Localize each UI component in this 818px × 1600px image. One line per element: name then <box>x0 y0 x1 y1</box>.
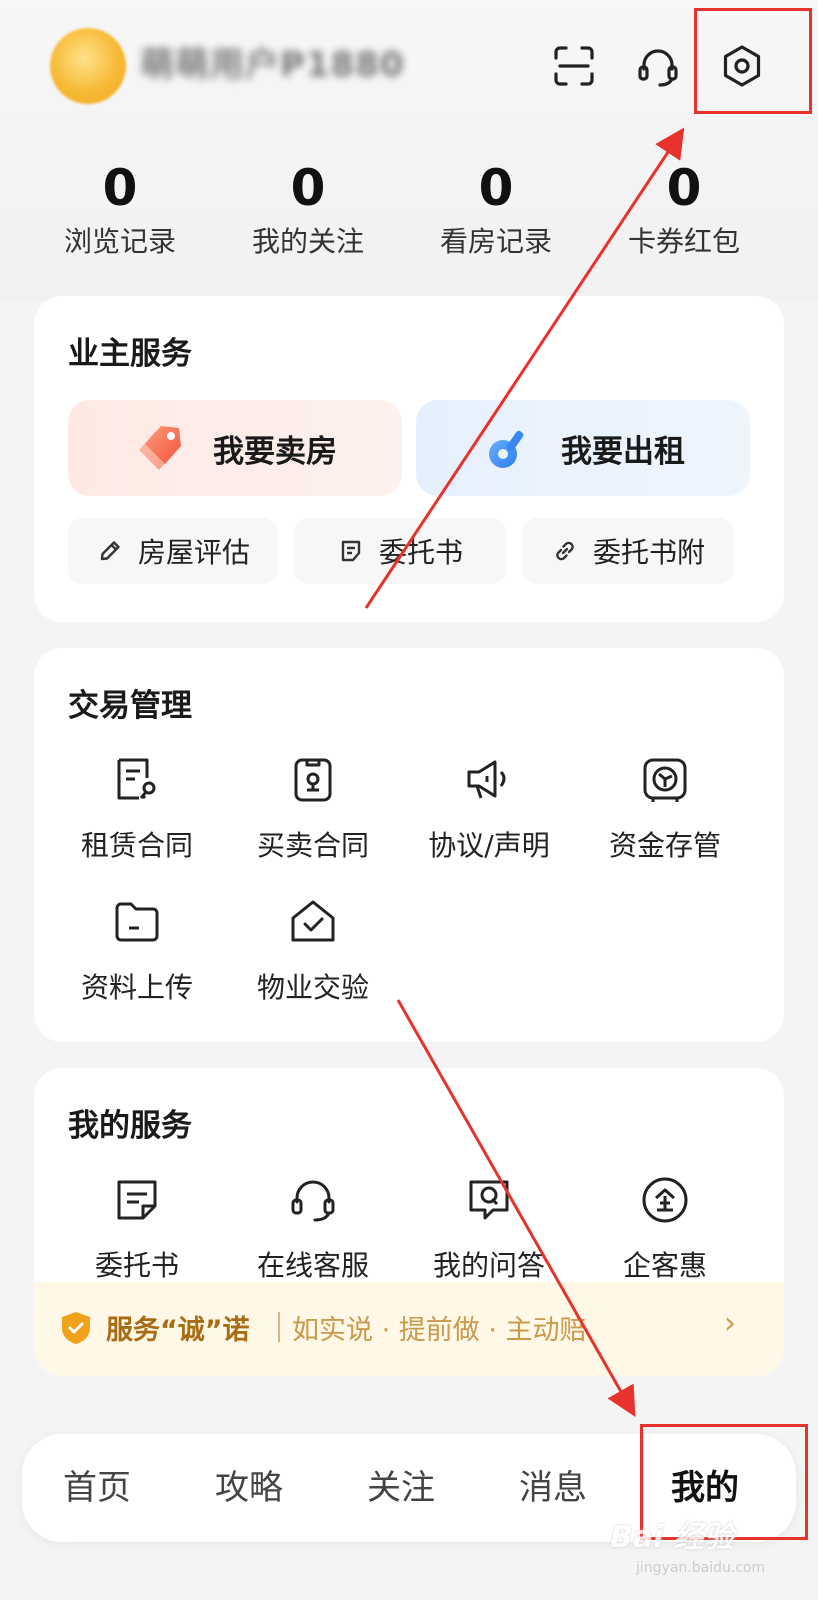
tag-icon <box>139 426 181 470</box>
my-qa-label: 我的问答 <box>432 1249 545 1282</box>
stat-label: 卡券红包 <box>627 225 740 258</box>
online-support-label: 在线客服 <box>256 1249 369 1282</box>
tab-home[interactable]: 首页 <box>22 1434 172 1542</box>
stat-value: 0 <box>102 159 138 217</box>
promise-text: 如实说 · 提前做 · 主动赔 <box>292 1315 587 1346</box>
stat-coupons[interactable]: 0 卡券红包 <box>594 160 774 262</box>
enterprise-benefits-label: 企客惠 <box>622 1249 707 1282</box>
enterprise-icon <box>642 1177 688 1223</box>
stat-value: 0 <box>290 159 326 217</box>
rent-out-button[interactable]: 我要出租 <box>416 400 750 496</box>
stat-my-follows[interactable]: 0 我的关注 <box>218 160 398 262</box>
headset-icon <box>291 1180 335 1222</box>
promise-divider <box>278 1312 280 1342</box>
pencil-icon <box>100 541 120 561</box>
customer-service-icon[interactable] <box>630 38 686 94</box>
stat-viewing-records[interactable]: 0 看房记录 <box>406 160 586 262</box>
tab-messages[interactable]: 消息 <box>478 1434 628 1542</box>
folder-icon <box>115 902 159 942</box>
username: 萌萌用户P1880 <box>140 45 405 85</box>
stat-value: 0 <box>666 159 702 217</box>
my-entrustment-label: 委托书 <box>94 1249 179 1282</box>
agreement-statement-label: 协议/声明 <box>428 829 550 862</box>
service-promise-banner[interactable]: 服务“诚”诺 如实说 · 提前做 · 主动赔 › <box>34 1282 784 1376</box>
tab-follows[interactable]: 关注 <box>326 1434 476 1542</box>
online-support-item[interactable]: 在线客服 <box>224 1174 402 1286</box>
house-valuation-button[interactable]: 房屋评估 <box>68 518 278 584</box>
property-handover-item[interactable]: 物业交验 <box>224 896 402 1008</box>
lease-contract-label: 租赁合同 <box>80 829 193 862</box>
property-handover-label: 物业交验 <box>256 971 369 1004</box>
owner-services-card: 业主服务 我要卖房 我要出租 房屋评估 委托书 委托书附 <box>34 296 784 622</box>
house-check-icon <box>291 900 335 942</box>
house-valuation-label: 房屋评估 <box>137 536 250 569</box>
sale-contract-item[interactable]: 买卖合同 <box>224 754 402 866</box>
entrustment-attachment-label: 委托书附 <box>592 536 705 569</box>
safe-icon <box>643 758 687 802</box>
entrustment-button[interactable]: 委托书 <box>294 518 506 584</box>
watermark-logo: Bai 经验 <box>610 1520 734 1555</box>
sell-house-label: 我要卖房 <box>213 433 337 470</box>
stat-value: 0 <box>478 159 514 217</box>
megaphone-icon <box>467 760 506 799</box>
key-icon <box>489 430 524 468</box>
sale-contract-label: 买卖合同 <box>256 829 369 862</box>
stat-label: 我的关注 <box>251 225 364 258</box>
agreement-statement-item[interactable]: 协议/声明 <box>400 754 578 866</box>
link-icon <box>556 541 574 561</box>
document-upload-item[interactable]: 资料上传 <box>48 896 226 1008</box>
highlight-box-settings <box>694 8 812 114</box>
watermark-url: jingyan.baidu.com <box>636 1560 766 1576</box>
chevron-right-icon: › <box>724 1306 736 1341</box>
my-qa-item[interactable]: 我的问答 <box>400 1174 578 1286</box>
entrustment-attachment-button[interactable]: 委托书附 <box>522 518 734 584</box>
fund-custody-label: 资金存管 <box>608 829 721 862</box>
document-upload-label: 资料上传 <box>80 971 193 1004</box>
stat-browse-history[interactable]: 0 浏览记录 <box>30 160 210 262</box>
fund-custody-item[interactable]: 资金存管 <box>576 754 754 866</box>
rent-out-label: 我要出租 <box>561 433 685 470</box>
lease-contract-item[interactable]: 租赁合同 <box>48 754 226 866</box>
stat-label: 看房记录 <box>439 225 552 258</box>
tab-guides[interactable]: 攻略 <box>174 1434 324 1542</box>
qa-icon <box>469 1180 509 1220</box>
sell-house-button[interactable]: 我要卖房 <box>68 400 402 496</box>
section-title: 我的服务 <box>68 1108 192 1144</box>
shield-icon <box>62 1312 90 1344</box>
entrustment-label: 委托书 <box>378 536 463 569</box>
section-title: 交易管理 <box>68 688 192 724</box>
my-entrustment-item[interactable]: 委托书 <box>48 1174 226 1286</box>
enterprise-benefits-item[interactable]: 企客惠 <box>576 1174 754 1286</box>
scan-icon[interactable] <box>546 38 602 94</box>
stat-label: 浏览记录 <box>63 225 176 258</box>
lease-contract-icon <box>117 758 156 800</box>
document-icon <box>341 540 361 562</box>
promise-title: 服务“诚”诺 <box>106 1315 250 1346</box>
document-icon <box>117 1180 157 1220</box>
sale-contract-icon <box>294 758 332 802</box>
avatar[interactable] <box>50 28 126 104</box>
transactions-card: 交易管理 租赁合同 买卖合同 协议/声明 资金存管 资料上传 物业交验 <box>34 648 784 1042</box>
section-title: 业主服务 <box>68 336 192 372</box>
